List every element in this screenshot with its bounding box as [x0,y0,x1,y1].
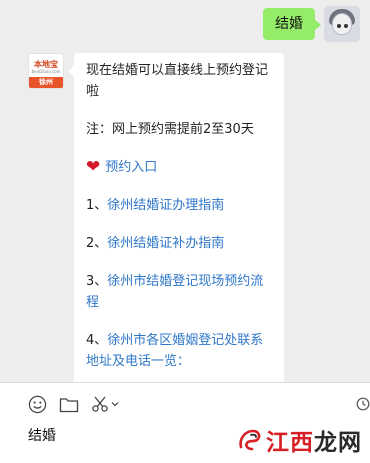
chat-area: 结婚 本地宝 BenDibao.com 徐州 现在结婚可以直接线上预约登记啦 注… [0,0,370,382]
history-icon[interactable] [356,396,370,411]
emoji-icon[interactable] [28,394,47,414]
guide-link[interactable]: 徐州结婚证补办指南 [107,236,224,251]
avatar-site-text: BenDibao.com [31,69,61,74]
guide-item[interactable]: 1、徐州结婚证办理指南 [86,195,272,216]
composer-toolbar [28,394,131,414]
booking-link[interactable]: 预约入口 [105,160,157,175]
user-avatar[interactable] [324,6,360,42]
avatar-face [332,13,352,35]
note-text: 注：网上预约需提前2至30天 [86,122,254,137]
chevron-down-icon [111,402,119,407]
bot-avatar[interactable]: 本地宝 BenDibao.com 徐州 [28,53,64,89]
guide-link[interactable]: 徐州市结婚登记现场预约流程 [86,274,263,310]
guide-link[interactable]: 徐州市各区婚姻登记处联系地址及电话一览： [86,333,263,369]
avatar-city-label: 徐州 [29,77,63,88]
scissors-icon[interactable] [91,394,119,414]
watermark-text: 江西龙网 [266,429,362,456]
booking-entry[interactable]: ❤ 预约入口 [86,157,272,178]
guide-item[interactable]: 3、徐州市结婚登记现场预约流程 [86,271,272,313]
site-watermark: 江西龙网 [237,423,362,457]
outgoing-message-row: 结婚 [263,6,360,42]
item-number: 2、 [86,236,108,251]
avatar-eye [337,24,341,28]
dragon-logo-icon [239,429,261,451]
item-number: 3、 [86,274,108,289]
item-number: 1、 [86,198,108,213]
guide-item[interactable]: 4、徐州市各区婚姻登记处联系地址及电话一览： [86,330,272,372]
composer-panel: 结婚 江西龙网 [0,382,370,463]
item-number: 4、 [86,333,108,348]
guide-link[interactable]: 徐州结婚证办理指南 [107,198,224,213]
heart-icon: ❤ [86,157,101,177]
outgoing-message-bubble[interactable]: 结婚 [263,8,321,40]
message-input[interactable]: 结婚 [28,426,56,446]
intro-text: 现在结婚可以直接线上预约登记啦 [86,63,269,99]
guide-item[interactable]: 2、徐州结婚证补办指南 [86,233,272,254]
avatar-eye [344,24,348,28]
incoming-message-bubble: 现在结婚可以直接线上预约登记啦 注：网上预约需提前2至30天 ❤ 预约入口 1、徐… [68,53,284,382]
incoming-message-row: 本地宝 BenDibao.com 徐州 现在结婚可以直接线上预约登记啦 注：网上… [28,53,284,382]
folder-icon[interactable] [59,394,79,414]
